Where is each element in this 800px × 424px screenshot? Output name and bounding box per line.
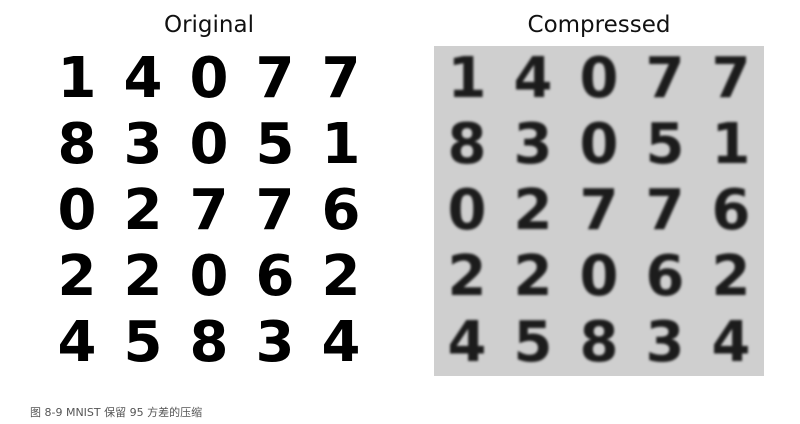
compressed-digits-panel: 1 4 0 7 7 8 3 0 5 1 0 2 7 7 6 2 2 0 6 2 … <box>434 46 764 376</box>
original-panel-title: Original <box>163 12 254 38</box>
digit: 7 <box>189 178 229 243</box>
digit: 7 <box>579 178 619 243</box>
digit: 8 <box>447 112 487 177</box>
compressed-panel-title: Compressed <box>527 12 671 38</box>
digit: 7 <box>711 46 751 111</box>
digit: 1 <box>711 112 751 177</box>
digit: 0 <box>57 178 97 243</box>
digit: 6 <box>321 178 361 243</box>
digit: 2 <box>513 178 553 243</box>
digit: 3 <box>645 310 685 375</box>
digit: 7 <box>255 46 295 111</box>
digit: 8 <box>579 310 619 375</box>
digit: 1 <box>57 46 97 111</box>
digit: 5 <box>255 112 295 177</box>
digit: 1 <box>321 112 361 177</box>
digit: 0 <box>579 112 619 177</box>
digit: 4 <box>447 310 487 375</box>
digit: 4 <box>711 310 751 375</box>
digit: 6 <box>255 244 295 309</box>
digit: 3 <box>513 112 553 177</box>
digit: 2 <box>123 244 163 309</box>
digit: 8 <box>189 310 229 375</box>
digit: 0 <box>189 244 229 309</box>
digit: 2 <box>57 244 97 309</box>
digit: 7 <box>255 178 295 243</box>
original-digit-grid: 1 4 0 7 7 8 3 0 5 1 0 2 7 7 6 2 2 0 6 2 … <box>44 46 374 376</box>
digit: 7 <box>321 46 361 111</box>
digit: 2 <box>447 244 487 309</box>
digit: 2 <box>513 244 553 309</box>
digit: 0 <box>447 178 487 243</box>
digit: 2 <box>711 244 751 309</box>
digit: 6 <box>711 178 751 243</box>
digit: 1 <box>447 46 487 111</box>
original-digits-panel: 1 4 0 7 7 8 3 0 5 1 0 2 7 7 6 2 2 0 6 2 … <box>44 46 374 376</box>
digit: 4 <box>57 310 97 375</box>
digit: 7 <box>645 46 685 111</box>
digit: 0 <box>579 244 619 309</box>
digit: 3 <box>123 112 163 177</box>
digit: 0 <box>189 46 229 111</box>
digit: 4 <box>513 46 553 111</box>
compressed-digit-grid: 1 4 0 7 7 8 3 0 5 1 0 2 7 7 6 2 2 0 6 2 … <box>434 46 764 376</box>
digit: 7 <box>645 178 685 243</box>
digit: 5 <box>513 310 553 375</box>
digit: 4 <box>123 46 163 111</box>
figure-caption: 图 8-9 MNIST 保留 95 方差的压缩 <box>30 406 203 419</box>
digit: 4 <box>321 310 361 375</box>
digit: 0 <box>579 46 619 111</box>
digit: 2 <box>321 244 361 309</box>
digit: 8 <box>57 112 97 177</box>
digit: 6 <box>645 244 685 309</box>
digit: 3 <box>255 310 295 375</box>
digit: 2 <box>123 178 163 243</box>
digit: 5 <box>123 310 163 375</box>
digit: 0 <box>189 112 229 177</box>
digit: 5 <box>645 112 685 177</box>
